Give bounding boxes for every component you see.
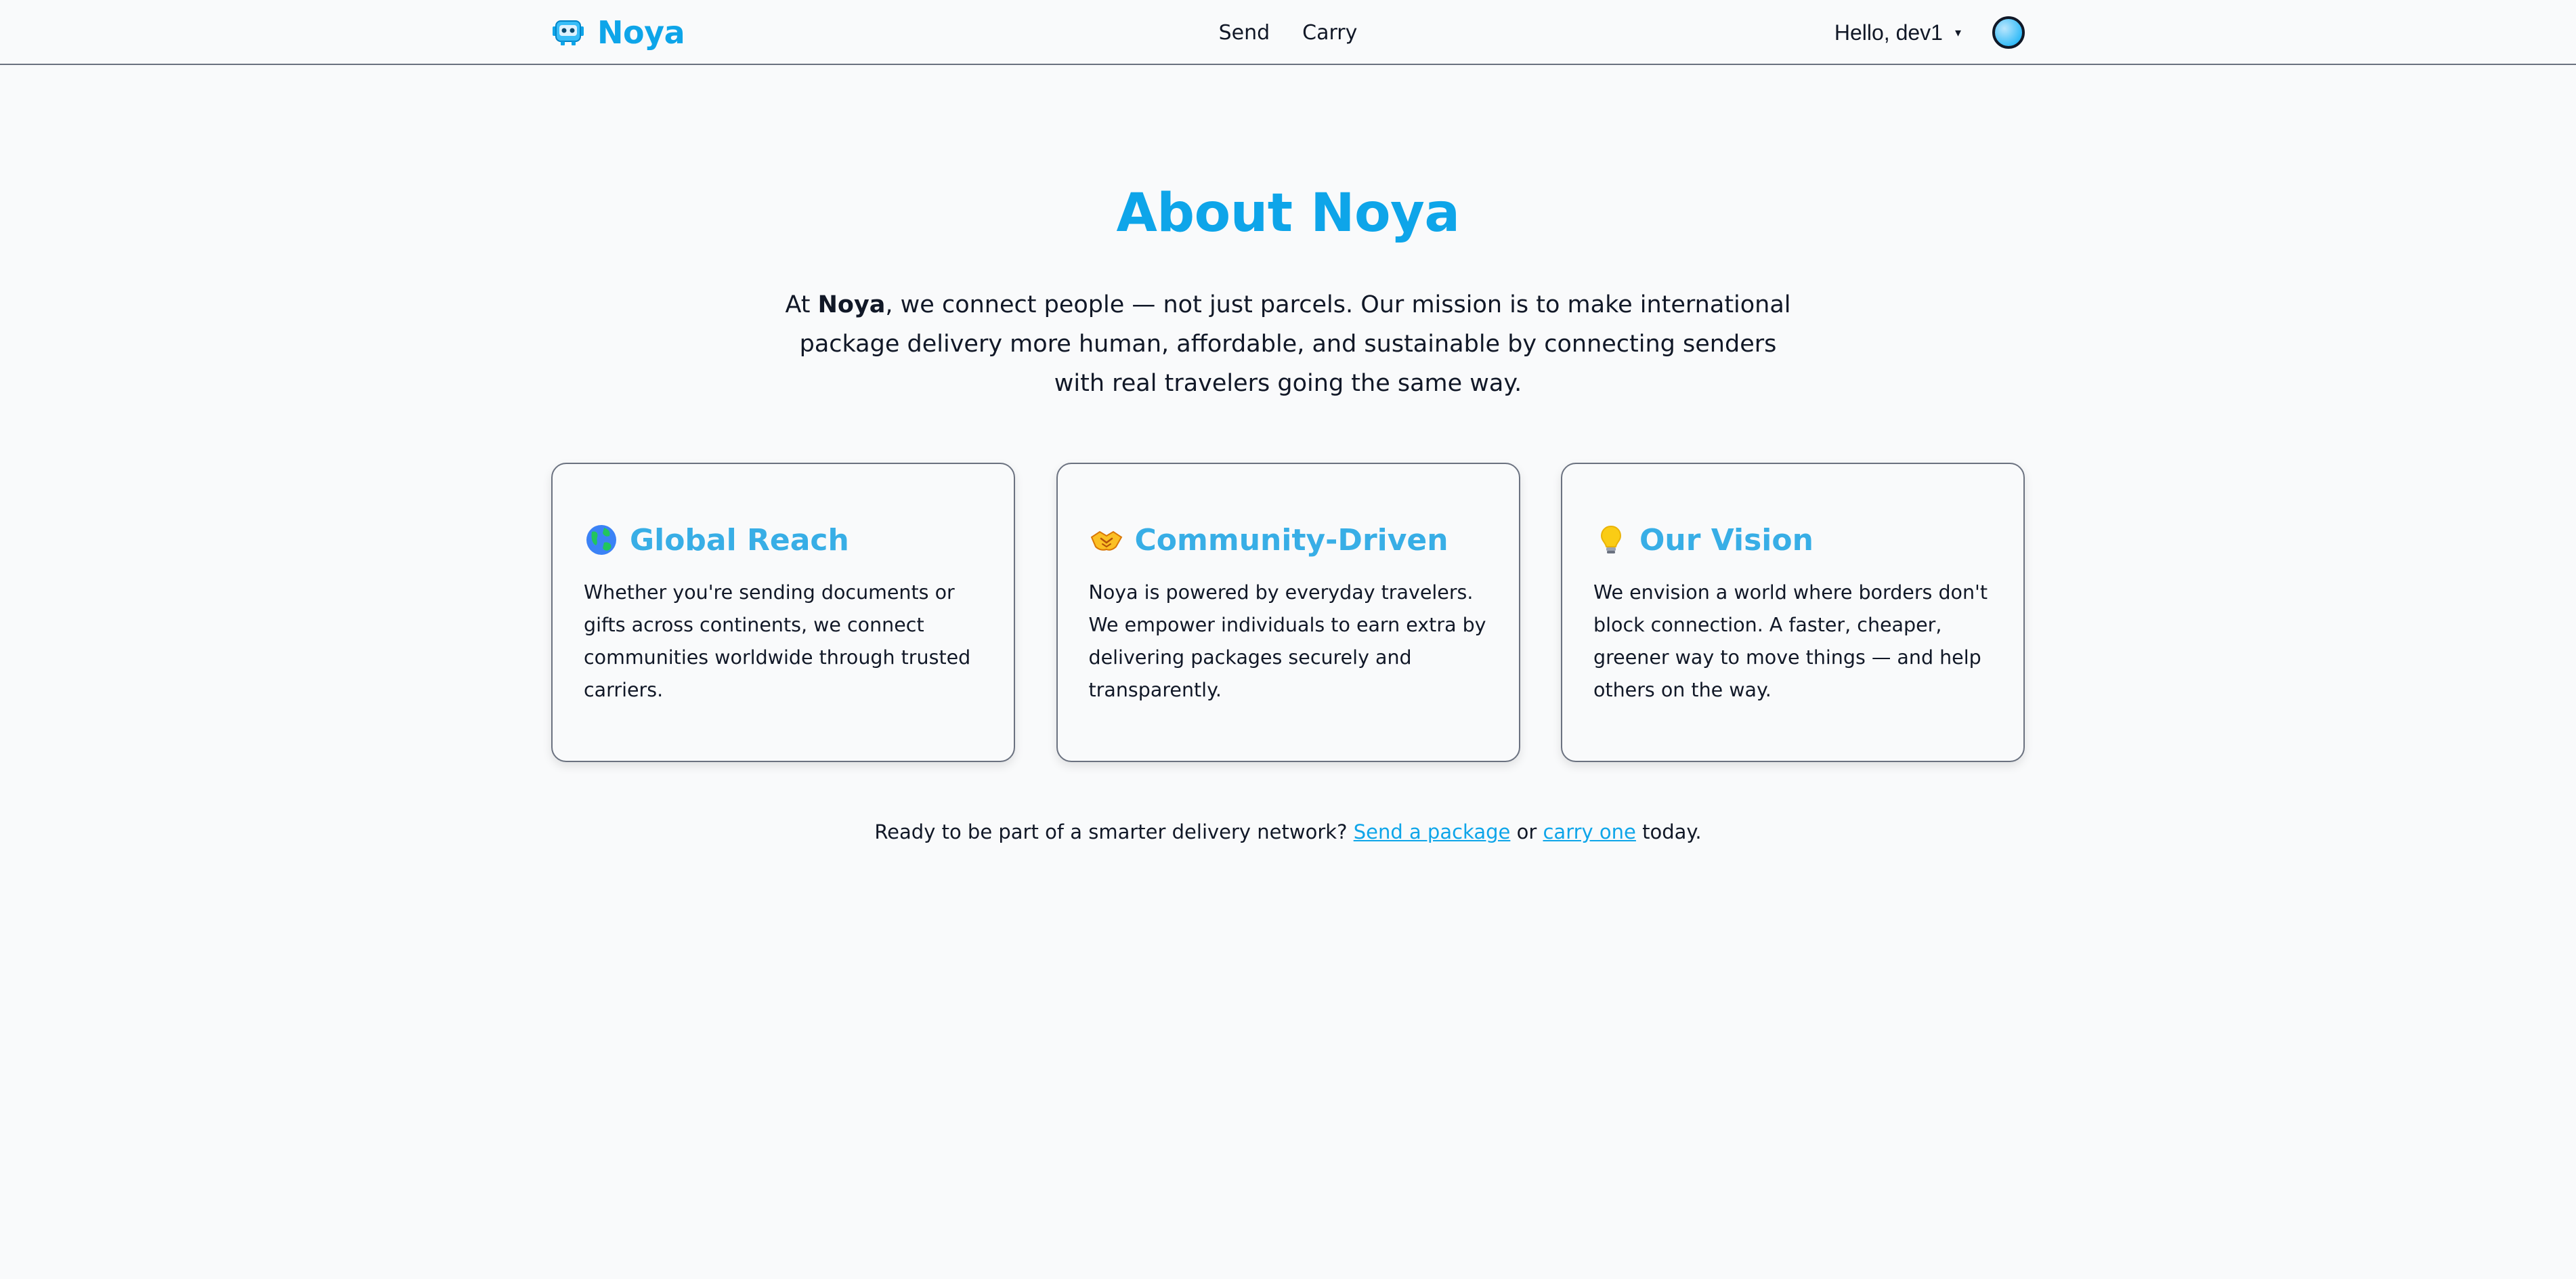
card-title: Our Vision xyxy=(1639,522,1813,558)
cta-suffix: today. xyxy=(1635,820,1702,843)
cta-prefix: Ready to be part of a smarter delivery n… xyxy=(874,820,1354,843)
navbar-inner: Noya Send Carry Hello, dev1 ▾ xyxy=(551,0,2025,65)
card-header: Global Reach xyxy=(584,522,984,558)
card-global-reach: Global Reach Whether you're sending docu… xyxy=(551,463,1015,762)
card-header: Our Vision xyxy=(1593,522,1994,558)
card-body: Whether you're sending documents or gift… xyxy=(584,581,971,701)
avatar[interactable] xyxy=(1992,16,2025,49)
cta-middle: or xyxy=(1510,820,1543,843)
intro-brand: Noya xyxy=(817,291,886,318)
globe-icon xyxy=(586,525,616,555)
card-title: Community-Driven xyxy=(1134,522,1448,558)
nav-link-carry[interactable]: Carry xyxy=(1302,21,1357,45)
card-community-driven: Community-Driven Noya is powered by ever… xyxy=(1056,463,1520,762)
intro-prefix: At xyxy=(785,291,818,318)
intro-text: , we connect people — not just parcels. … xyxy=(799,291,1791,397)
user-area: Hello, dev1 ▾ xyxy=(1834,16,2025,49)
send-package-link[interactable]: Send a package xyxy=(1354,820,1511,843)
feature-cards: Global Reach Whether you're sending docu… xyxy=(551,463,2025,762)
user-menu-dropdown[interactable]: Hello, dev1 ▾ xyxy=(1834,20,1961,45)
chevron-down-icon: ▾ xyxy=(1954,25,1961,39)
call-to-action: Ready to be part of a smarter delivery n… xyxy=(0,820,2576,843)
nav-link-send[interactable]: Send xyxy=(1219,21,1270,45)
user-greeting: Hello, dev1 xyxy=(1834,20,1943,45)
intro-paragraph: At Noya, we connect people — not just pa… xyxy=(779,285,1797,403)
page-title: About Noya xyxy=(1116,183,1460,244)
top-navbar: Noya Send Carry Hello, dev1 ▾ xyxy=(0,0,2576,65)
card-our-vision: Our Vision We envision a world where bor… xyxy=(1561,463,2025,762)
card-body: We envision a world where borders don't … xyxy=(1593,581,1988,701)
main-nav: Send Carry xyxy=(1219,21,1358,45)
brand-name: Noya xyxy=(597,14,685,51)
card-body: Noya is powered by everyday travelers. W… xyxy=(1088,581,1486,701)
carry-one-link[interactable]: carry one xyxy=(1543,820,1635,843)
card-header: Community-Driven xyxy=(1089,522,1489,558)
robot-logo-icon xyxy=(553,20,584,45)
lightbulb-icon xyxy=(1600,525,1622,553)
card-title: Global Reach xyxy=(630,522,849,558)
brand-logo-link[interactable]: Noya xyxy=(551,14,685,51)
handshake-icon xyxy=(1090,530,1122,551)
